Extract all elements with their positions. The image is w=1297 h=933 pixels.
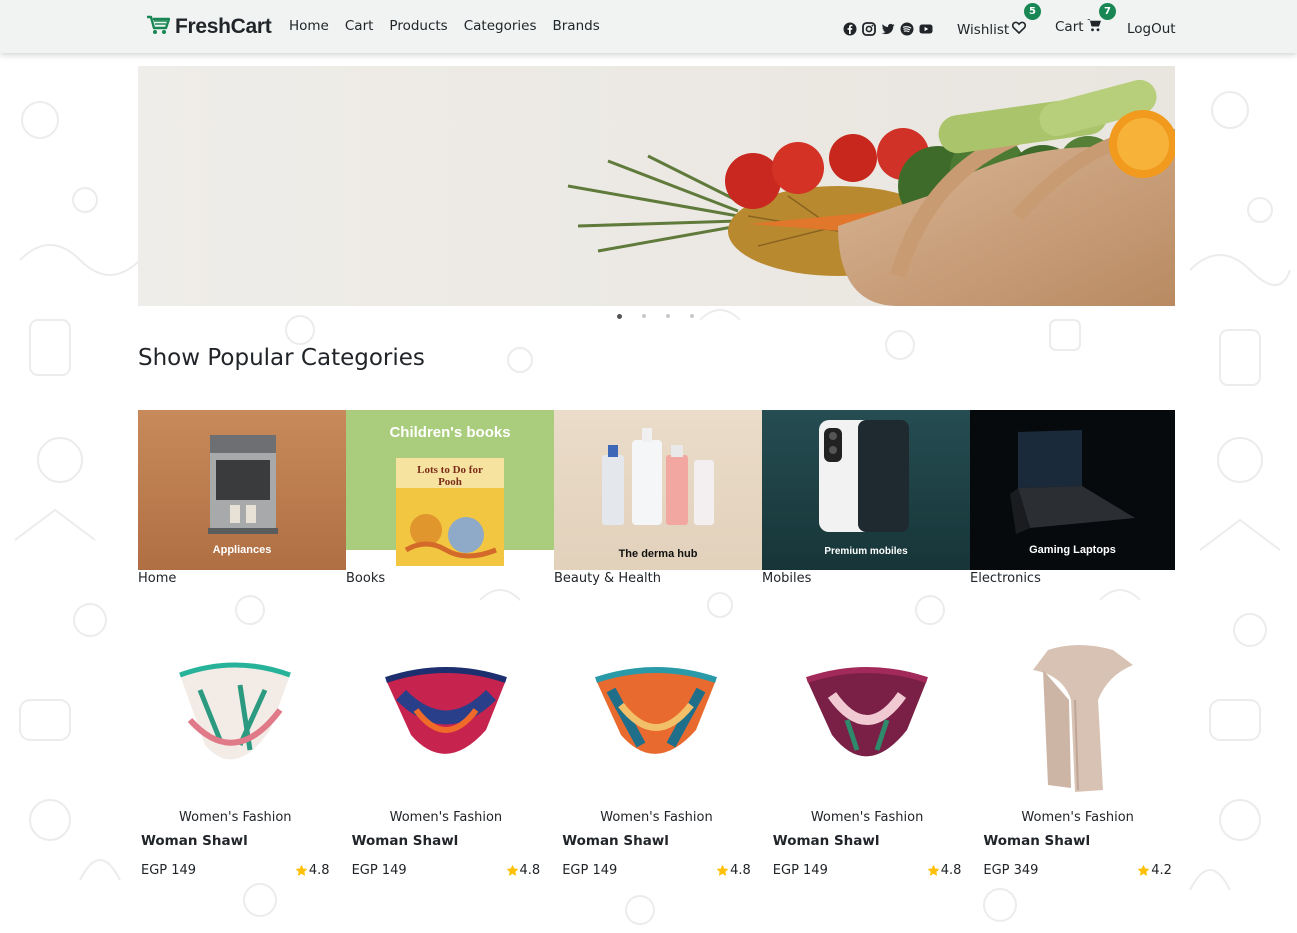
product-category: Women's Fashion bbox=[389, 810, 503, 825]
nav-link-home[interactable]: Home bbox=[289, 18, 329, 34]
product-category: Women's Fashion bbox=[1021, 810, 1134, 825]
spotify-icon[interactable] bbox=[900, 21, 914, 36]
category-caption: Premium mobiles bbox=[824, 546, 908, 557]
rating-value: 4.8 bbox=[940, 863, 962, 878]
star-icon bbox=[295, 864, 308, 876]
category-image-beauty: The derma hub bbox=[554, 410, 762, 570]
products-grid: Women's Fashion Woman Shawl EGP 149 4.8 … bbox=[130, 640, 1183, 878]
product-price: EGP 349 bbox=[983, 863, 1039, 878]
category-caption: Appliances bbox=[212, 544, 272, 556]
product-card[interactable]: Women's Fashion Woman Shawl EGP 349 4.2 bbox=[972, 640, 1183, 878]
wishlist-link[interactable]: Wishlist bbox=[957, 21, 1027, 38]
facebook-icon[interactable] bbox=[843, 21, 857, 36]
slider-dot-2[interactable] bbox=[642, 314, 646, 318]
slider-dot-4[interactable] bbox=[690, 314, 694, 318]
product-image bbox=[352, 640, 541, 800]
category-caption: Children's books bbox=[389, 424, 511, 441]
product-rating: 4.8 bbox=[927, 863, 962, 878]
heart-icon bbox=[1012, 21, 1027, 38]
product-category: Women's Fashion bbox=[810, 810, 924, 825]
rating-value: 4.8 bbox=[308, 863, 330, 878]
star-icon bbox=[506, 864, 518, 876]
nav-link-categories[interactable]: Categories bbox=[464, 18, 537, 34]
product-title: Woman Shawl bbox=[141, 833, 248, 849]
hero-slide-image bbox=[138, 66, 1175, 306]
category-name: Books bbox=[346, 571, 386, 586]
navbar: FreshCart Home Cart Products Categories … bbox=[0, 0, 1297, 53]
category-card-mobiles[interactable]: Premium mobiles Mobiles bbox=[762, 410, 970, 586]
star-icon bbox=[1137, 864, 1150, 876]
category-caption: Gaming Laptops bbox=[1029, 544, 1116, 556]
categories-heading: Show Popular Categories bbox=[138, 345, 425, 371]
product-rating: 4.8 bbox=[716, 863, 751, 878]
product-category: Women's Fashion bbox=[179, 810, 292, 825]
hero-slider[interactable] bbox=[138, 66, 1175, 306]
nav-link-brands[interactable]: Brands bbox=[553, 18, 600, 34]
rating-value: 4.8 bbox=[730, 863, 751, 878]
product-card[interactable]: Women's Fashion Woman Shawl EGP 149 4.8 bbox=[762, 640, 973, 878]
instagram-icon[interactable] bbox=[862, 21, 876, 36]
wishlist-label: Wishlist bbox=[957, 21, 1010, 38]
slider-dot-1[interactable] bbox=[617, 314, 622, 319]
category-image-laptops: Gaming Laptops bbox=[970, 410, 1175, 570]
brand-name: FreshCart bbox=[175, 15, 272, 38]
product-title: Woman Shawl bbox=[351, 833, 459, 849]
shopping-cart-icon bbox=[1086, 18, 1102, 36]
category-card-books[interactable]: Children's books Lots to Do for Pooh Boo… bbox=[346, 410, 554, 586]
product-card[interactable]: Women's Fashion Woman Shawl EGP 149 4.8 bbox=[130, 640, 341, 878]
product-title: Woman Shawl bbox=[772, 833, 880, 849]
product-price: EGP 149 bbox=[351, 863, 407, 878]
category-image-appliances: Appliances bbox=[138, 410, 346, 570]
category-name: Electronics bbox=[970, 571, 1041, 586]
cart-logo-icon bbox=[146, 14, 171, 40]
cart-count-badge: 7 bbox=[1099, 3, 1116, 20]
youtube-icon[interactable] bbox=[919, 21, 933, 35]
categories-slider: Appliances Home Children's books Lots to… bbox=[138, 410, 1175, 586]
slider-dot-3[interactable] bbox=[666, 314, 670, 318]
category-card-electronics[interactable]: Gaming Laptops Electronics bbox=[970, 410, 1175, 586]
nav-link-products[interactable]: Products bbox=[389, 18, 447, 34]
main-nav: Home Cart Products Categories Brands bbox=[289, 18, 600, 34]
rating-value: 4.2 bbox=[1151, 863, 1172, 878]
cart-label: Cart bbox=[1055, 19, 1084, 35]
nav-link-cart[interactable]: Cart bbox=[345, 18, 374, 34]
logout-link[interactable]: LogOut bbox=[1127, 21, 1176, 37]
category-name: Home bbox=[138, 571, 177, 586]
book-cover-title: Lots to Do for Pooh bbox=[417, 464, 483, 488]
star-icon bbox=[716, 864, 729, 876]
product-price: EGP 149 bbox=[562, 863, 618, 878]
social-links bbox=[843, 21, 933, 36]
category-name: Beauty & Health bbox=[554, 571, 662, 586]
product-image bbox=[773, 640, 962, 800]
slider-dots bbox=[617, 314, 694, 319]
wishlist-count-badge: 5 bbox=[1024, 3, 1041, 20]
brand-logo[interactable]: FreshCart bbox=[146, 14, 272, 40]
category-image-books: Children's books Lots to Do for Pooh bbox=[346, 410, 554, 570]
product-card[interactable]: Women's Fashion Woman Shawl EGP 149 4.8 bbox=[551, 640, 762, 878]
product-title: Woman Shawl bbox=[562, 833, 669, 849]
product-title: Woman Shawl bbox=[983, 833, 1091, 849]
product-image bbox=[983, 640, 1172, 800]
product-image bbox=[141, 640, 330, 800]
product-rating: 4.8 bbox=[295, 863, 330, 878]
product-card[interactable]: Women's Fashion Woman Shawl EGP 149 4.8 bbox=[341, 640, 552, 878]
twitter-icon[interactable] bbox=[881, 21, 895, 35]
star-icon bbox=[927, 864, 940, 876]
category-caption: The derma hub bbox=[618, 548, 698, 560]
category-card-beauty[interactable]: The derma hub Beauty & Health bbox=[554, 410, 762, 586]
product-category: Women's Fashion bbox=[600, 810, 713, 825]
product-image bbox=[562, 640, 751, 800]
category-image-mobiles: Premium mobiles bbox=[762, 410, 970, 570]
product-price: EGP 149 bbox=[772, 863, 828, 878]
product-rating: 4.2 bbox=[1137, 863, 1172, 878]
product-price: EGP 149 bbox=[141, 863, 197, 878]
category-card-home[interactable]: Appliances Home bbox=[138, 410, 346, 586]
cart-link[interactable]: Cart bbox=[1055, 18, 1102, 36]
product-rating: 4.8 bbox=[506, 863, 541, 878]
rating-value: 4.8 bbox=[519, 863, 541, 878]
category-name: Mobiles bbox=[762, 571, 812, 586]
